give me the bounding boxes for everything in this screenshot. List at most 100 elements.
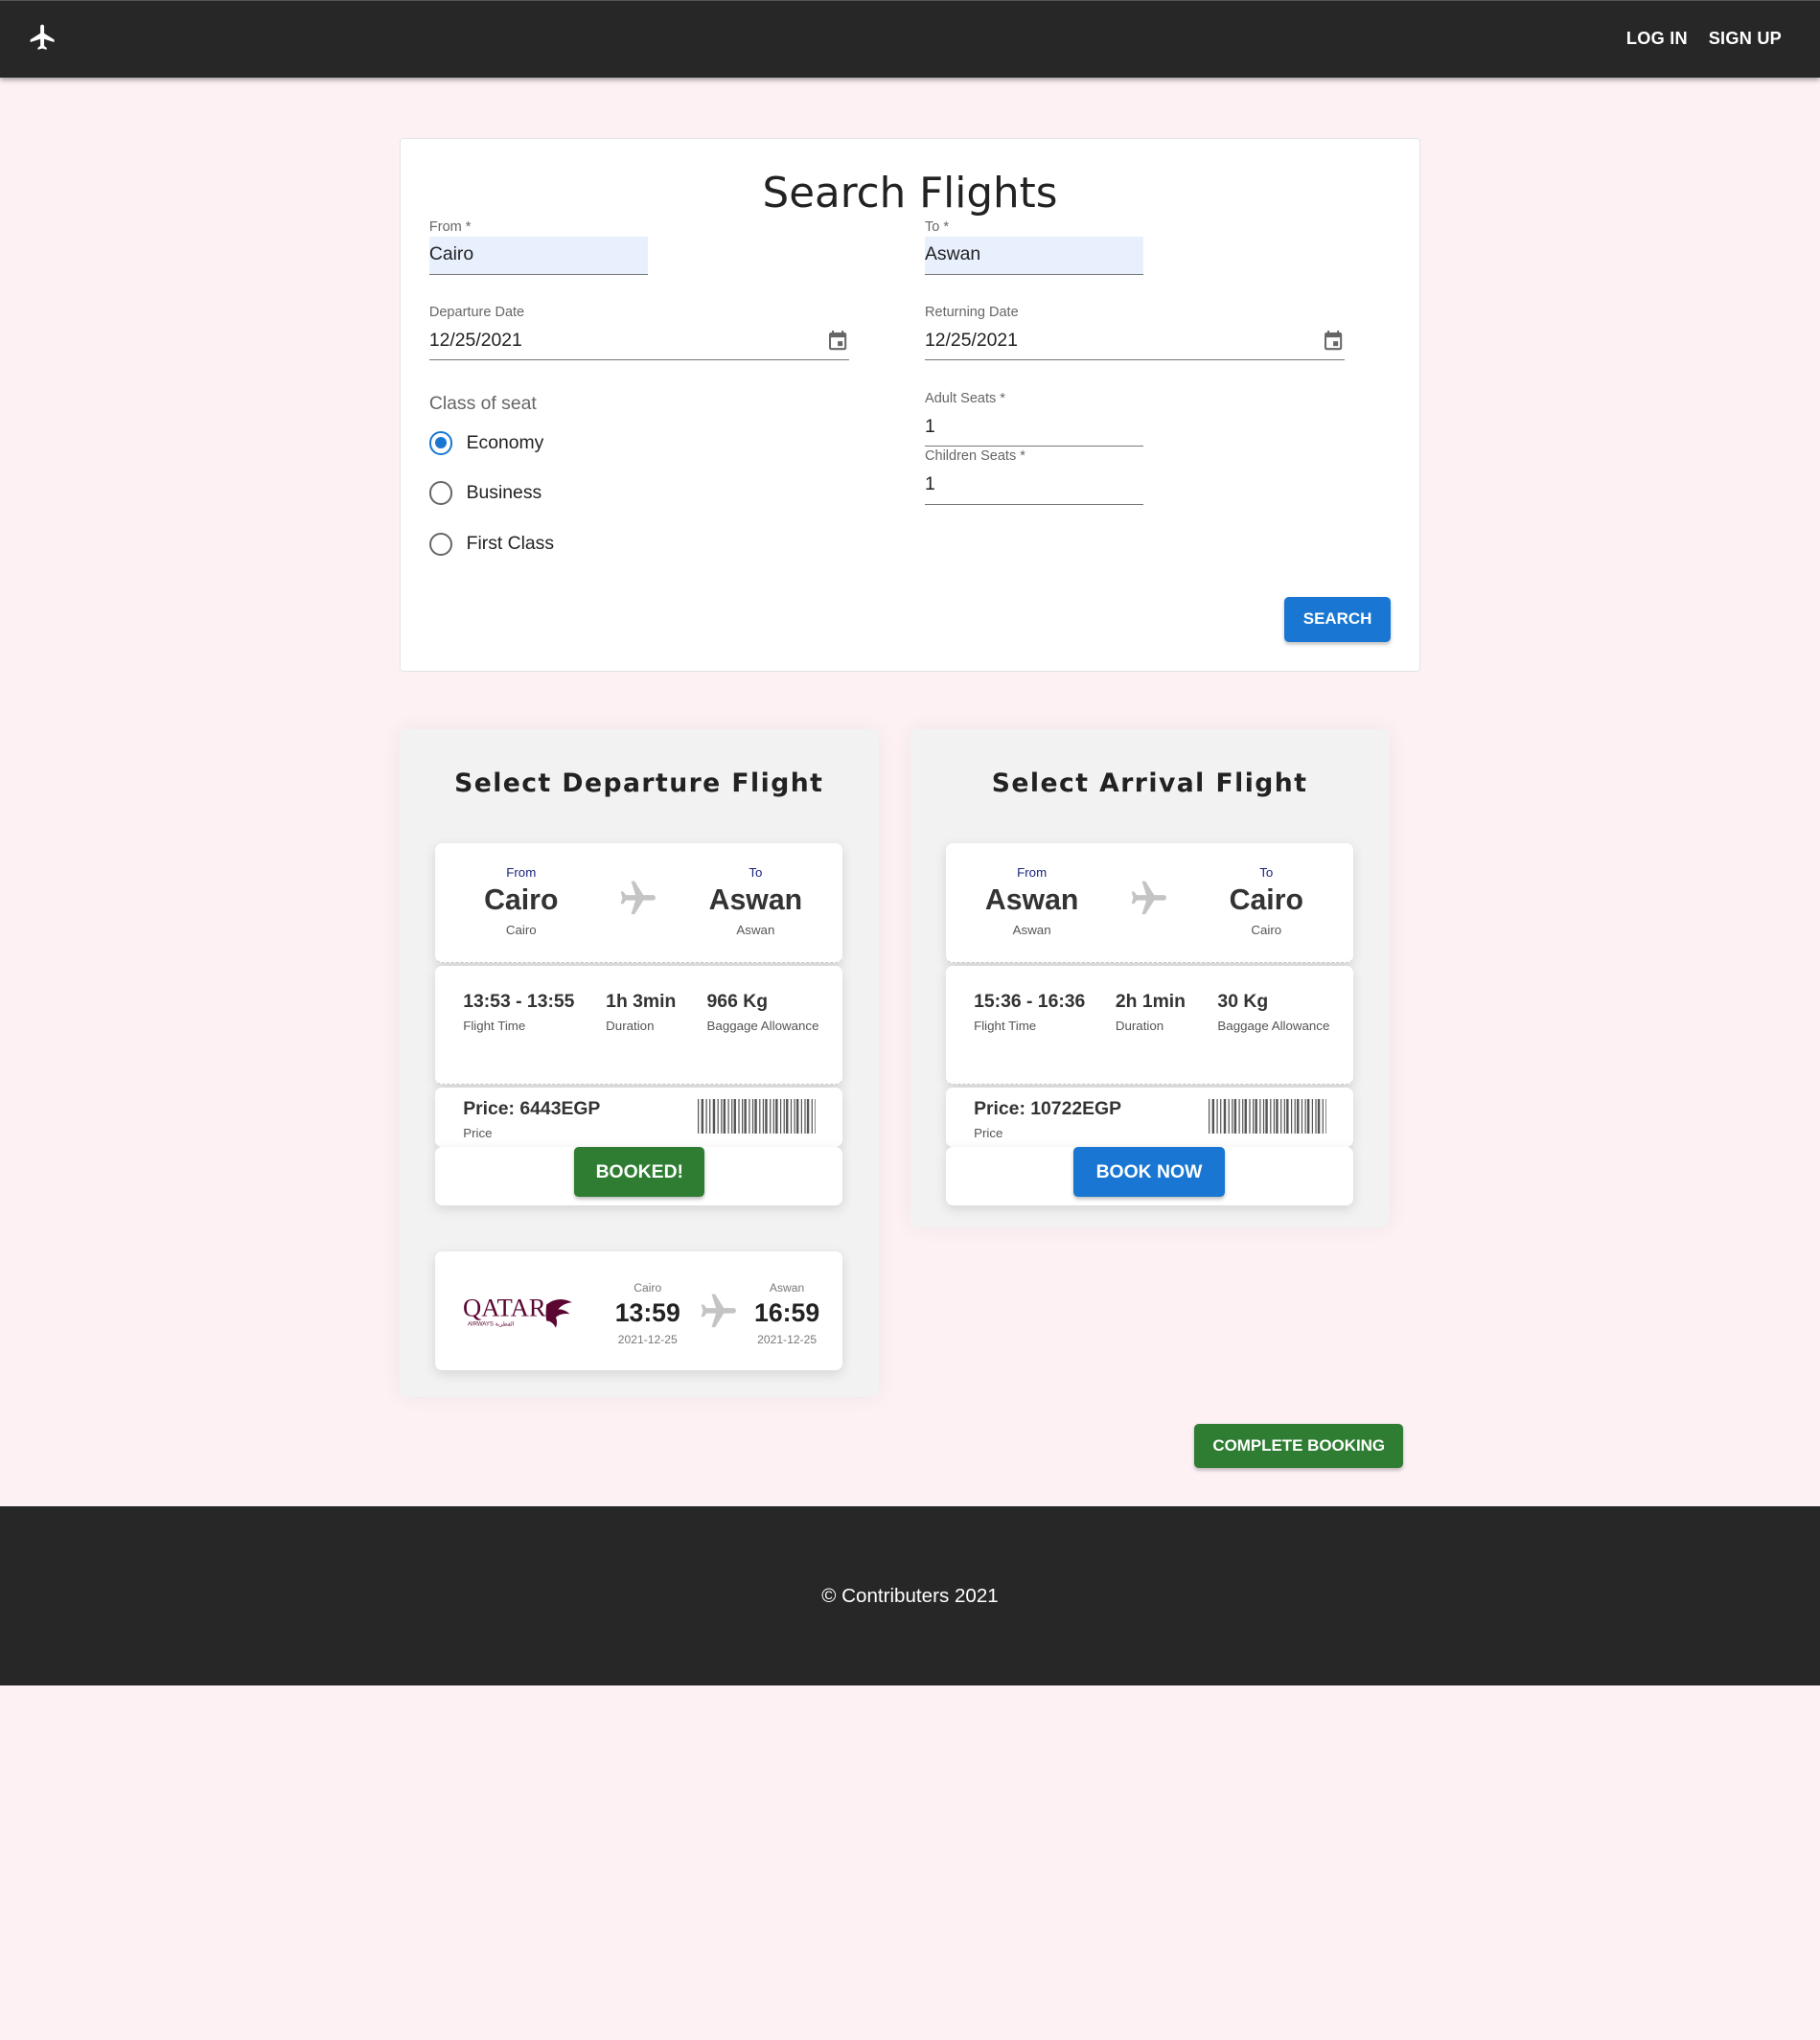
svg-text:QATAR: QATAR [463,1293,546,1321]
class-option-label: First Class [466,533,555,555]
search-flights-card: Search Flights From * Cairo To * Aswan D… [399,138,1421,673]
children-seats-field[interactable]: Children Seats * 1 [925,448,1143,505]
departure-action-card: BOOKED! [435,1146,843,1206]
arrival-price-card: Price: 10722EGP Price [946,1087,1354,1147]
svg-text:AIRWAYS القطرية: AIRWAYS القطرية [468,1320,515,1327]
baggage-label: Baggage Allowance [706,1019,819,1034]
summary-to-city: Aswan [769,1281,805,1295]
page: LOG IN SIGN UP Search Flights From * Cai… [0,0,1820,1685]
to-city: Aswan [708,884,803,917]
flight-time-label: Flight Time [463,1019,526,1034]
to-city-block: To Cairo Cairo [1203,865,1330,937]
radio-unchecked-icon[interactable] [428,532,453,556]
children-seats-input[interactable]: 1 [925,467,1143,505]
radio-unchecked-icon[interactable] [428,481,453,505]
to-label: To [1259,865,1274,881]
to-city-sub: Aswan [736,923,775,938]
class-radio-business[interactable]: Business [428,481,542,505]
duration-info: 1h 3min Duration [606,991,676,1033]
baggage-value: 966 Kg [706,991,769,1013]
price-label: Price [463,1125,493,1140]
class-of-seat-label: Class of seat [428,393,537,415]
departure-summary-card[interactable]: QATAR AIRWAYS القطرية Cairo 13:59 2021-1… [435,1250,843,1371]
duration-info: 2h 1min Duration [1116,991,1186,1033]
to-field[interactable]: To * Aswan [925,219,1143,275]
plane-icon [620,881,657,914]
plane-icon [701,1294,736,1327]
qatar-airways-logo: QATAR AIRWAYS القطرية [463,1293,573,1328]
arrival-panel: Select Arrival Flight From Aswan Aswan T… [910,728,1390,1228]
from-label: From [506,865,537,881]
airplane-icon[interactable] [28,22,58,52]
copyright-text: © Contributers 2021 [821,1585,999,1608]
barcode-icon [697,1098,817,1135]
from-field[interactable]: From * Cairo [428,218,648,275]
departure-date-value: 12/25/2021 [428,329,522,351]
to-label: To [749,865,763,881]
summary-dep-time: 13:59 [614,1297,680,1327]
class-option-label: Business [466,481,542,503]
departure-details-card: 13:53 - 13:55 Flight Time 1h 3min Durati… [435,965,843,1086]
search-button[interactable]: SEARCH [1284,597,1391,642]
from-label: From [1017,865,1048,881]
from-city: Cairo [484,884,559,917]
arrival-details-card: 15:36 - 16:36 Flight Time 2h 1min Durati… [946,965,1354,1086]
flight-time-info: 13:53 - 13:55 Flight Time [463,991,574,1033]
from-label: From * [428,218,472,235]
arrival-panel-title: Select Arrival Flight [991,768,1308,798]
from-city-block: From Aswan Aswan [968,865,1095,937]
book-now-button[interactable]: BOOK NOW [1073,1146,1225,1197]
summary-from-city: Cairo [634,1281,662,1295]
summary-arrival: Aswan 16:59 2021-12-25 [747,1281,828,1345]
calendar-icon[interactable] [826,330,849,353]
duration-label: Duration [1115,1019,1164,1034]
summary-arr-date: 2021-12-25 [757,1332,818,1346]
baggage-info: 966 Kg Baggage Allowance [707,991,819,1033]
departure-panel: Select Departure Flight From Cairo Cairo… [399,728,879,1398]
duration-value: 1h 3min [606,991,677,1013]
radio-checked-icon[interactable] [428,431,453,455]
class-option-label: Economy [466,431,544,453]
to-city-sub: Cairo [1251,923,1282,938]
baggage-value: 30 Kg [1217,991,1269,1013]
price-info: Price: 6443EGP Price [463,1098,600,1140]
price-label: Price [974,1125,1003,1140]
summary-arr-time: 16:59 [754,1297,820,1327]
price-info: Price: 10722EGP Price [974,1098,1121,1140]
returning-date-input[interactable]: 12/25/2021 [925,323,1346,361]
login-link[interactable]: LOG IN [1626,29,1688,49]
departure-price-card: Price: 6443EGP Price [435,1087,843,1147]
class-radio-economy[interactable]: Economy [428,431,544,455]
arrival-action-card: BOOK NOW [946,1146,1354,1206]
arrival-route-card: From Aswan Aswan To Cairo Cairo [946,843,1354,964]
children-seats-label: Children Seats * [925,448,1025,465]
to-label: To * [925,218,950,235]
flight-time-value: 15:36 - 16:36 [974,991,1086,1013]
adult-seats-field[interactable]: Adult Seats * 1 [925,391,1143,447]
booked-button[interactable]: BOOKED! [574,1146,705,1197]
flight-time-info: 15:36 - 16:36 Flight Time [974,991,1085,1033]
departure-route-card: From Cairo Cairo To Aswan Aswan [435,843,843,964]
nav-links: LOG IN SIGN UP [1626,29,1782,49]
summary-departure: Cairo 13:59 2021-12-25 [607,1281,688,1345]
top-app-bar: LOG IN SIGN UP [0,0,1820,79]
departure-panel-title: Select Departure Flight [454,768,824,798]
class-radio-first[interactable]: First Class [428,532,555,556]
returning-date-field[interactable]: Returning Date 12/25/2021 [925,305,1346,361]
to-city: Cairo [1229,884,1303,917]
flight-time-value: 13:53 - 13:55 [463,991,575,1013]
from-input[interactable]: Cairo [428,237,648,275]
from-city-sub: Aswan [1012,923,1051,938]
summary-dep-date: 2021-12-25 [617,1332,678,1346]
departure-date-field[interactable]: Departure Date 12/25/2021 [428,305,850,361]
departure-date-input[interactable]: 12/25/2021 [428,323,850,361]
from-city: Aswan [984,884,1079,917]
to-input[interactable]: Aswan [925,237,1143,275]
duration-label: Duration [606,1019,655,1034]
complete-booking-button[interactable]: COMPLETE BOOKING [1194,1424,1404,1469]
flight-time-label: Flight Time [974,1019,1037,1034]
adult-seats-label: Adult Seats * [925,390,1005,406]
adult-seats-input[interactable]: 1 [925,408,1143,447]
calendar-icon[interactable] [1322,330,1345,353]
signup-link[interactable]: SIGN UP [1709,29,1782,49]
